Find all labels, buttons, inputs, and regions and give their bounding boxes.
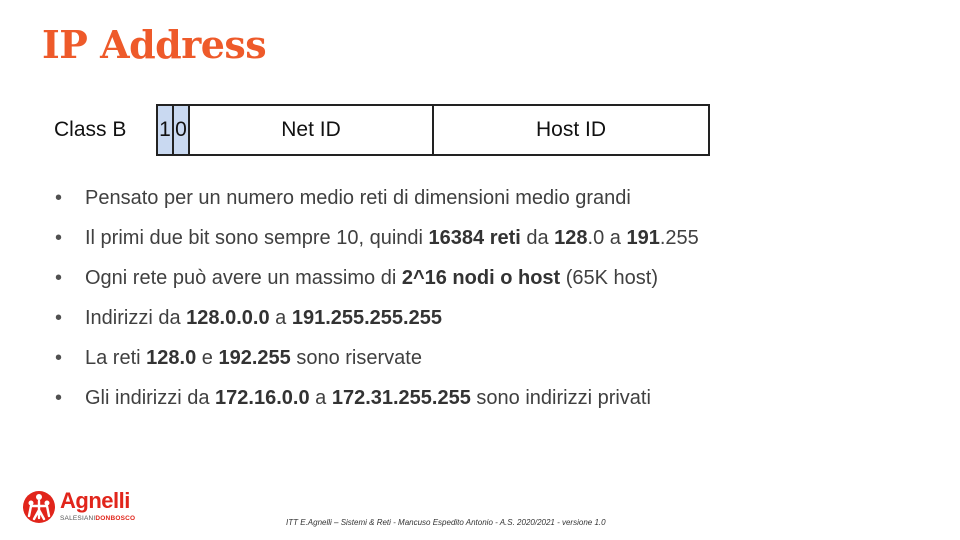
agnelli-logo: Agnelli SALESIANIDONBOSCO	[22, 488, 142, 528]
logo-subtitle-a: SALESIANI	[60, 515, 96, 522]
bullet-item: Pensato per un numero medio reti di dime…	[55, 184, 699, 224]
bullet-text: Indirizzi da	[85, 307, 187, 329]
logo-subtitle: SALESIANIDONBOSCO	[60, 515, 135, 522]
bullet-text: Gli indirizzi da	[85, 387, 216, 409]
bullet-item: Gli indirizzi da 172.16.0.0 a 172.31.255…	[55, 384, 699, 424]
bullet-bold-text: 191	[626, 227, 660, 249]
bullet-bold-text: 172.16.0.0	[215, 387, 310, 409]
bullet-bold-text: 192.255	[218, 347, 291, 369]
bullet-text: .0 a	[587, 227, 627, 249]
bullet-text: a	[269, 307, 292, 329]
logo-name: Agnelli	[60, 488, 130, 513]
net-id-cell: Net ID	[188, 104, 434, 156]
bullet-text: Pensato per un numero medio reti di dime…	[85, 187, 631, 209]
slide-title: IP Address	[42, 22, 267, 67]
bullet-bold-text: 128.0	[146, 347, 197, 369]
bullet-list: Pensato per un numero medio reti di dime…	[55, 184, 699, 424]
bullet-text: .255	[659, 227, 699, 249]
bullet-item: Ogni rete può avere un massimo di 2^16 n…	[55, 264, 699, 304]
bullet-bold-text: 128	[554, 227, 588, 249]
footer-text: ITT E.Agnelli – Sistemi & Reti - Mancuso…	[286, 518, 606, 527]
bullet-text: sono indirizzi privati	[470, 387, 651, 409]
bullet-text: da	[520, 227, 555, 249]
bullet-bold-text: 2^16 nodi o host	[401, 267, 561, 289]
bullet-bold-text: 128.0.0.0	[186, 307, 270, 329]
bullet-bold-text: 172.31.255.255	[331, 387, 471, 409]
bullet-text: sono riservate	[290, 347, 422, 369]
bullet-item: Indirizzi da 128.0.0.0 a 191.255.255.255	[55, 304, 699, 344]
bullet-text: La reti	[85, 347, 147, 369]
bullet-item: Il primi due bit sono sempre 10, quindi …	[55, 224, 699, 264]
logo-subtitle-b: DONBOSCO	[95, 515, 136, 522]
bullet-bold-text: 16384 reti	[428, 227, 521, 249]
bullet-item: La reti 128.0 e 192.255 sono riservate	[55, 344, 699, 384]
bullet-text: Ogni rete può avere un massimo di	[85, 267, 402, 289]
salesiani-logo-icon	[23, 491, 55, 523]
bullet-text: a	[309, 387, 332, 409]
bullet-text: Il primi due bit sono sempre 10, quindi	[85, 227, 429, 249]
bullet-text: (65K host)	[560, 267, 659, 289]
bullet-bold-text: 191.255.255.255	[291, 307, 442, 329]
class-b-diagram: Class B 1 0 Net ID Host ID	[54, 104, 714, 160]
host-id-cell: Host ID	[432, 104, 710, 156]
bullet-text: e	[196, 347, 219, 369]
class-b-label: Class B	[54, 118, 127, 141]
